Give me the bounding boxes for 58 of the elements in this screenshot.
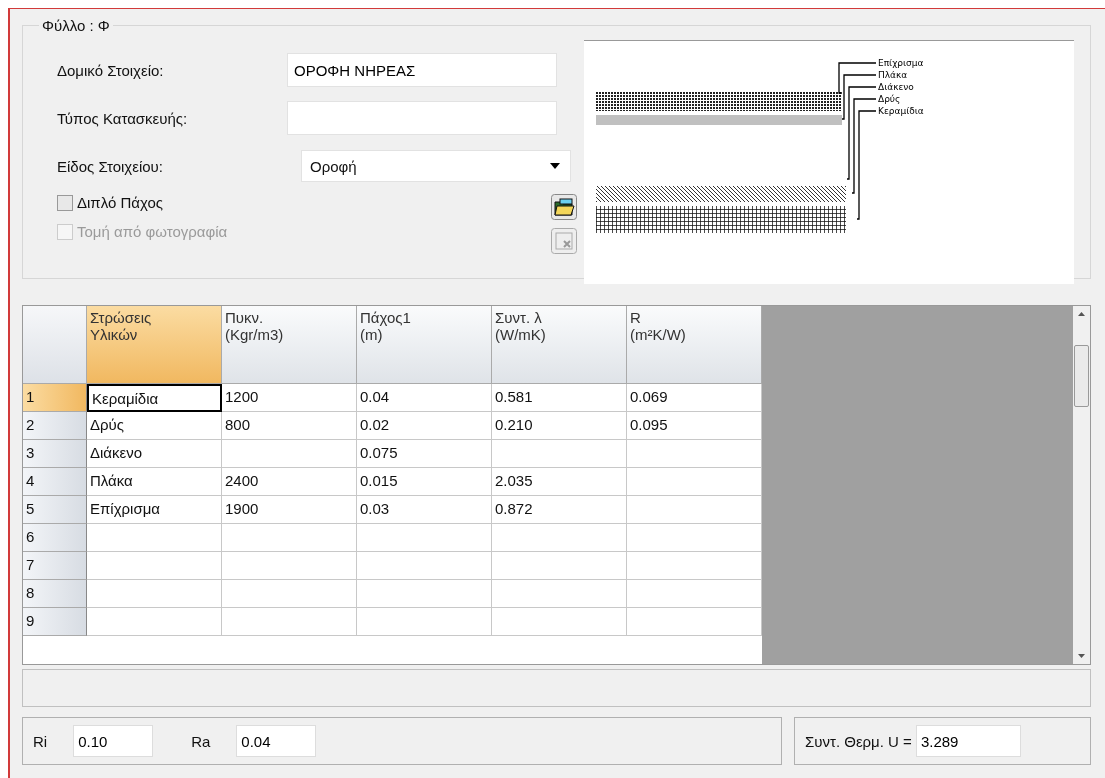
column-header[interactable]: Συντ. λ (W/mK) [492, 306, 627, 384]
row-header[interactable]: 6 [23, 524, 87, 552]
u-value-label: Συντ. Θερμ. U = [805, 732, 912, 750]
table-cell: 0.581 [492, 384, 627, 412]
ra-label: Ra [191, 732, 211, 750]
field-label: Είδος Στοιχείου: [57, 157, 164, 175]
row-header[interactable]: 9 [23, 608, 87, 636]
scroll-thumb[interactable] [1074, 345, 1089, 407]
row-header[interactable]: 8 [23, 580, 87, 608]
remove-image-icon[interactable] [551, 228, 577, 254]
layer-label: Πλάκα [878, 70, 908, 80]
layer-label: Κεραμίδια [878, 106, 924, 116]
column-header[interactable]: R (m²K/W) [627, 306, 762, 384]
layer-label: Διάκενο [878, 82, 914, 92]
table-cell: 0.04 [357, 384, 492, 412]
table-cell: 0.03 [357, 496, 492, 524]
table-cell: 0.210 [492, 412, 627, 440]
ra-field[interactable]: 0.04 [236, 725, 317, 757]
field-label: Δομικό Στοιχείο: [57, 61, 165, 79]
vertical-scrollbar[interactable] [1073, 306, 1090, 664]
table-cell: 0.069 [627, 384, 762, 412]
ri-label: Ri [33, 732, 48, 750]
column-header[interactable]: Στρώσεις Υλικών [87, 306, 222, 384]
table-cell: 2400 [222, 468, 357, 496]
row-header[interactable]: 7 [23, 552, 87, 580]
table-cell: Διάκενο [87, 440, 222, 468]
layer-label: Επίχρισμα [878, 58, 924, 68]
table-cell: 2.035 [492, 468, 627, 496]
row-header[interactable]: 4 [23, 468, 87, 496]
table-cell: Δρύς [87, 412, 222, 440]
checkbox-option[interactable]: Διπλό Πάχος [57, 194, 228, 211]
column-header[interactable]: Πάχος1 (m) [357, 306, 492, 384]
table-cell: Πλάκα [87, 468, 222, 496]
ri-field[interactable]: 0.10 [73, 725, 154, 757]
table-cell: 0.015 [357, 468, 492, 496]
row-header[interactable]: 1 [23, 384, 87, 412]
table-cell: 1200 [222, 384, 357, 412]
table-cell: 800 [222, 412, 357, 440]
table-cell: 0.872 [492, 496, 627, 524]
open-folder-icon[interactable] [551, 194, 577, 220]
text-field[interactable] [287, 101, 557, 135]
row-header[interactable]: 5 [23, 496, 87, 524]
group-title: Φύλλο : Φ [41, 17, 111, 34]
column-header[interactable]: Πυκν. (Kgr/m3) [222, 306, 357, 384]
table-cell: 0.095 [627, 412, 762, 440]
table-cell: 0.075 [357, 440, 492, 468]
type-dropdown[interactable]: Οροφή [301, 150, 571, 182]
row-header[interactable]: 2 [23, 412, 87, 440]
layer-label: Δρύς [878, 94, 901, 104]
text-field[interactable]: ΟΡΟΦΗ ΝΗΡΕΑΣ [287, 53, 557, 87]
table-cell: Επίχρισμα [87, 496, 222, 524]
dropdown-caret-icon [550, 163, 560, 169]
table-cell: 1900 [222, 496, 357, 524]
row-header[interactable]: 3 [23, 440, 87, 468]
u-value-field[interactable]: 3.289 [915, 725, 1021, 757]
field-label: Τύπος Κατασκευής: [57, 109, 189, 127]
table-cell: 0.02 [357, 412, 492, 440]
table-cell: Κεραμίδια [87, 384, 222, 412]
